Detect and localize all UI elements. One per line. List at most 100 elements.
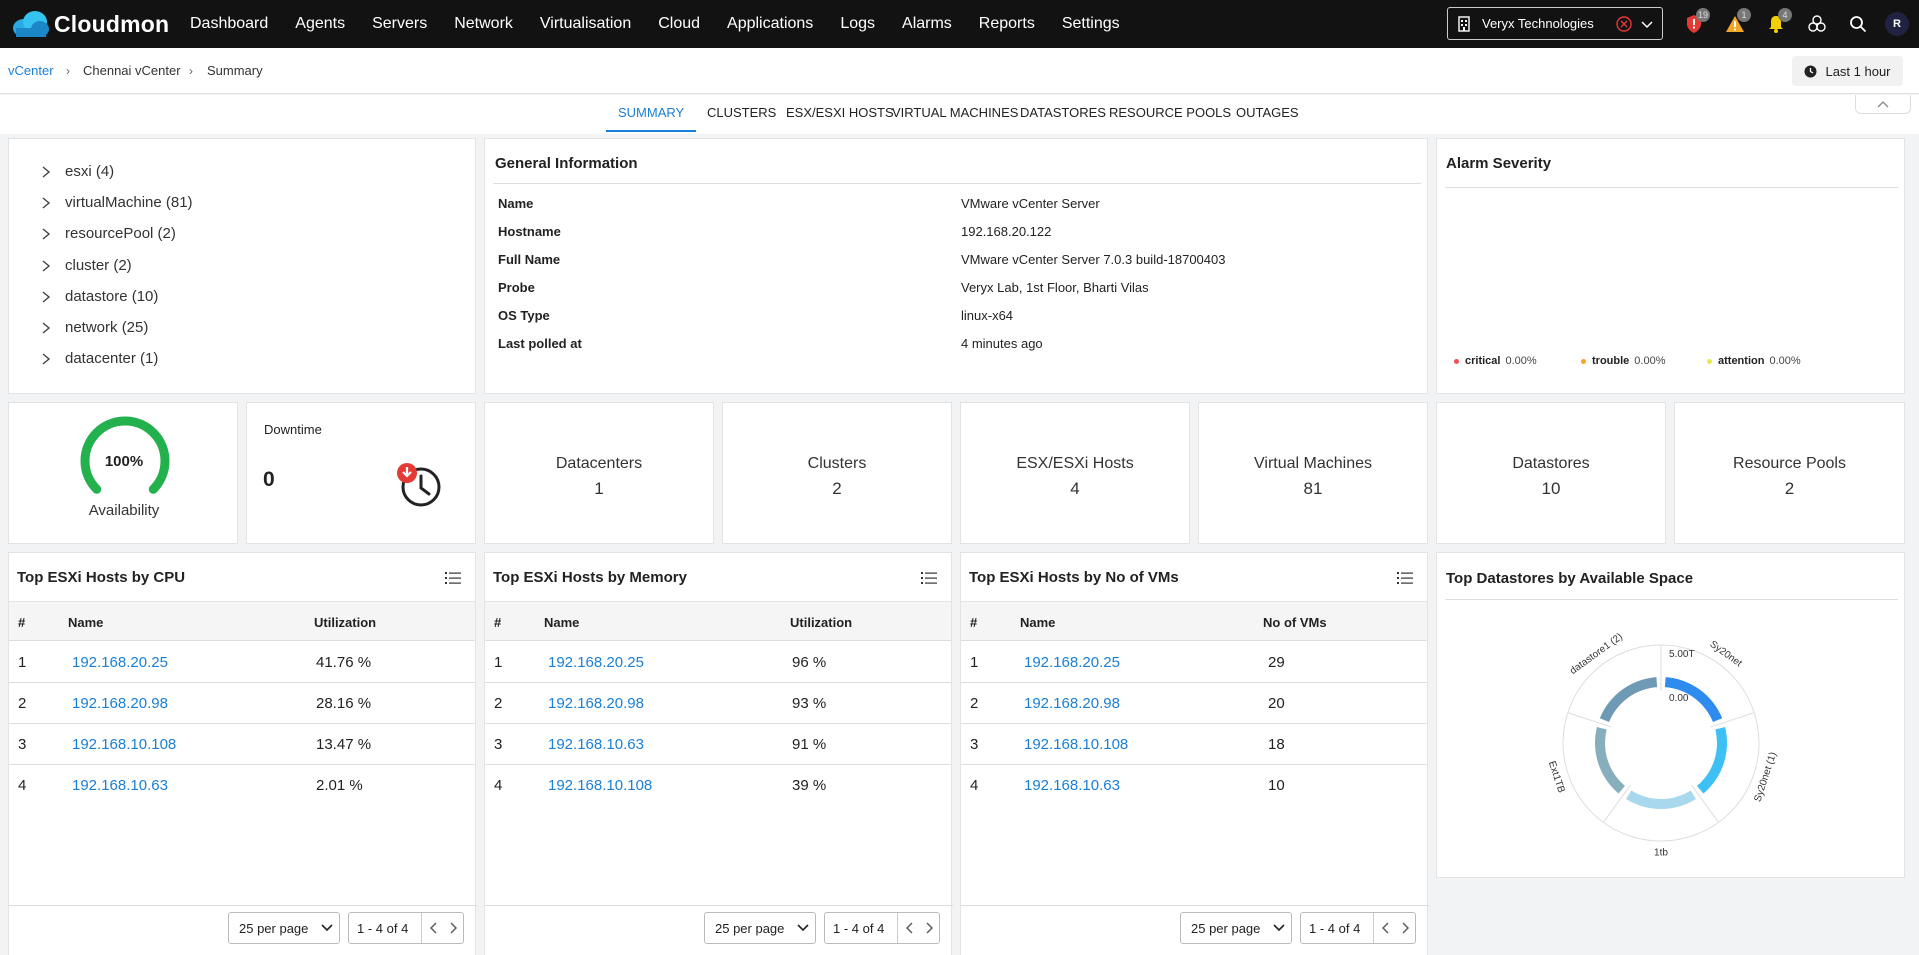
- organization-value: Veryx Technologies: [1482, 16, 1594, 31]
- warning-badge: 1: [1737, 8, 1751, 22]
- nav-alarms[interactable]: Alarms: [902, 15, 952, 33]
- nav-virtualisation[interactable]: Virtualisation: [540, 15, 631, 33]
- column-header[interactable]: #: [494, 615, 501, 630]
- chevron-right-icon[interactable]: [448, 922, 458, 934]
- tab-virtual-machines[interactable]: VIRTUAL MACHINES: [892, 105, 1018, 120]
- stat-label: Datacenters: [555, 455, 643, 472]
- tree-item-network[interactable]: network (25): [39, 319, 148, 336]
- tree-item-cluster[interactable]: cluster (2): [39, 257, 132, 274]
- host-link[interactable]: 192.168.20.25: [548, 654, 644, 671]
- column-header[interactable]: No of VMs: [1263, 615, 1327, 630]
- host-link[interactable]: 192.168.10.108: [72, 736, 176, 753]
- nav-network[interactable]: Network: [454, 15, 513, 33]
- divider: [493, 183, 1421, 184]
- stat-card-virtual-machines[interactable]: Virtual Machines 81: [1198, 402, 1428, 544]
- stat-card-datastores[interactable]: Datastores 10: [1436, 402, 1666, 544]
- tab-outages[interactable]: OUTAGES: [1236, 105, 1299, 120]
- table-row: 1 192.168.20.25 41.76 %: [9, 642, 475, 683]
- column-header[interactable]: Utilization: [314, 615, 376, 630]
- table-row: 3 192.168.10.108 18: [961, 724, 1427, 765]
- per-page-select[interactable]: 25 per page: [704, 912, 816, 944]
- tree-item-virtual-machine[interactable]: virtualMachine (81): [39, 194, 193, 211]
- search-button[interactable]: [1844, 10, 1872, 38]
- nav-cloud[interactable]: Cloud: [658, 15, 700, 33]
- legend-attention[interactable]: attention 0.00%: [1707, 355, 1801, 367]
- chevron-right-icon: [42, 227, 51, 240]
- row-index: 3: [494, 736, 503, 753]
- host-link[interactable]: 192.168.10.108: [1024, 736, 1128, 753]
- nav-logs[interactable]: Logs: [840, 15, 875, 33]
- tab-summary[interactable]: SUMMARY: [606, 105, 697, 132]
- nav-settings[interactable]: Settings: [1062, 15, 1120, 33]
- page-info: 1 - 4 of 4: [1300, 912, 1416, 944]
- chevron-down-icon[interactable]: [1640, 17, 1654, 31]
- user-avatar[interactable]: R: [1885, 12, 1909, 36]
- host-link[interactable]: 192.168.20.98: [1024, 695, 1120, 712]
- nav-dashboard[interactable]: Dashboard: [190, 15, 268, 33]
- table-header: # Name No of VMs: [961, 601, 1427, 641]
- per-page-select[interactable]: 25 per page: [1180, 912, 1292, 944]
- chart-category-label: 1tb: [1654, 848, 1668, 859]
- per-page-select[interactable]: 25 per page: [228, 912, 340, 944]
- legend-trouble[interactable]: trouble 0.00%: [1581, 355, 1665, 367]
- security-alerts-button[interactable]: 19: [1680, 8, 1710, 38]
- stat-card-resource-pools[interactable]: Resource Pools 2: [1674, 402, 1905, 544]
- building-icon: [1458, 15, 1470, 32]
- apps-button[interactable]: [1803, 10, 1831, 38]
- row-index: 4: [494, 777, 503, 794]
- nav-servers[interactable]: Servers: [372, 15, 427, 33]
- tree-item-datastore[interactable]: datastore (10): [39, 288, 158, 305]
- collapse-button[interactable]: [1855, 95, 1911, 114]
- chart-bar-1tb[interactable]: [1626, 790, 1696, 809]
- chevron-left-icon[interactable]: [905, 922, 915, 934]
- time-range-button[interactable]: Last 1 hour: [1792, 56, 1903, 86]
- chevron-left-icon[interactable]: [429, 922, 439, 934]
- app-logo[interactable]: Cloudmon: [10, 10, 170, 38]
- list-menu-icon[interactable]: [445, 571, 461, 585]
- column-header[interactable]: Name: [544, 615, 579, 630]
- tab-esx-hosts[interactable]: ESX/ESXI HOSTS: [786, 105, 894, 120]
- organization-select[interactable]: Veryx Technologies: [1447, 7, 1663, 40]
- stat-card-esx-hosts[interactable]: ESX/ESXi Hosts 4: [960, 402, 1190, 544]
- chart-bar-datastore1-2-[interactable]: [1599, 677, 1658, 723]
- host-link[interactable]: 192.168.10.63: [1024, 777, 1120, 794]
- nav-agents[interactable]: Agents: [295, 15, 345, 33]
- chevron-right-icon[interactable]: [924, 922, 934, 934]
- stat-card-clusters[interactable]: Clusters 2: [722, 402, 952, 544]
- chevron-right-icon[interactable]: [1400, 922, 1410, 934]
- host-link[interactable]: 192.168.10.63: [548, 736, 644, 753]
- host-link[interactable]: 192.168.20.98: [548, 695, 644, 712]
- tree-item-esxi[interactable]: esxi (4): [39, 163, 114, 180]
- legend-critical[interactable]: critical 0.00%: [1454, 355, 1537, 367]
- list-menu-icon[interactable]: [1397, 571, 1413, 585]
- chart-bar-ext1tb[interactable]: [1595, 727, 1626, 794]
- nav-applications[interactable]: Applications: [727, 15, 813, 33]
- column-header[interactable]: #: [18, 615, 25, 630]
- breadcrumb-vcenter[interactable]: vCenter: [8, 63, 54, 78]
- clear-icon[interactable]: [1616, 16, 1632, 32]
- host-link[interactable]: 192.168.10.108: [548, 777, 652, 794]
- column-header[interactable]: #: [970, 615, 977, 630]
- chart-bar-sy20net-1-[interactable]: [1696, 727, 1727, 794]
- column-header[interactable]: Utilization: [790, 615, 852, 630]
- host-link[interactable]: 192.168.20.25: [1024, 654, 1120, 671]
- column-header[interactable]: Name: [1020, 615, 1055, 630]
- warnings-button[interactable]: 1: [1721, 8, 1751, 38]
- nav-reports[interactable]: Reports: [979, 15, 1035, 33]
- host-link[interactable]: 192.168.10.63: [72, 777, 168, 794]
- breadcrumb-chennai-vcenter[interactable]: Chennai vCenter: [83, 63, 181, 78]
- tab-resource-pools[interactable]: RESOURCE POOLS: [1109, 105, 1231, 120]
- stat-value: 1: [594, 479, 604, 498]
- host-link[interactable]: 192.168.20.25: [72, 654, 168, 671]
- tree-item-datacenter[interactable]: datacenter (1): [39, 350, 158, 367]
- notifications-button[interactable]: 4: [1762, 8, 1792, 38]
- column-header[interactable]: Name: [68, 615, 103, 630]
- tab-clusters[interactable]: CLUSTERS: [707, 105, 776, 120]
- stat-card-datacenters[interactable]: Datacenters 1: [484, 402, 714, 544]
- host-link[interactable]: 192.168.20.98: [72, 695, 168, 712]
- vm-count: 29: [1268, 654, 1285, 671]
- tree-item-resource-pool[interactable]: resourcePool (2): [39, 225, 176, 242]
- chevron-left-icon[interactable]: [1381, 922, 1391, 934]
- tab-datastores[interactable]: DATASTORES: [1020, 105, 1106, 120]
- list-menu-icon[interactable]: [921, 571, 937, 585]
